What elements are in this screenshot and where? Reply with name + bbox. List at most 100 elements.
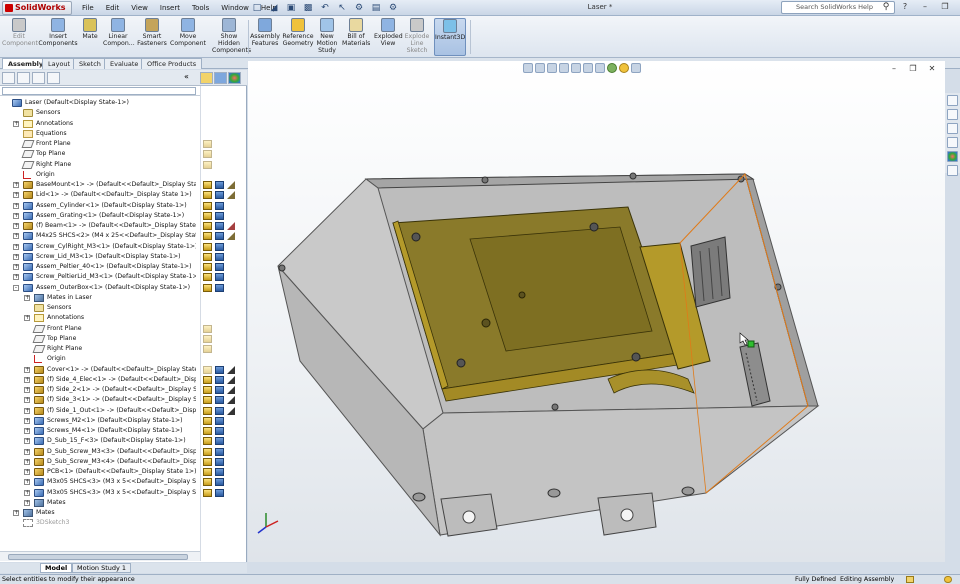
expand-icon[interactable]: + — [13, 212, 19, 219]
display-state-icon[interactable] — [203, 447, 212, 456]
display-state-icon[interactable] — [227, 222, 235, 230]
tree-item[interactable]: + Mates — [0, 508, 247, 518]
display-state-icon[interactable] — [215, 447, 224, 456]
tree-item[interactable]: Origin — [0, 170, 247, 180]
expand-icon[interactable]: + — [13, 182, 19, 188]
display-state-icon[interactable] — [203, 427, 212, 435]
assembly-features-button[interactable]: Assembly Features — [250, 18, 280, 56]
tree-item[interactable]: + D_Sub_15_F<3> (Default<Display State-1>… — [0, 436, 247, 446]
expand-icon[interactable]: + — [13, 510, 19, 516]
tree-item[interactable]: + Annotations — [0, 119, 247, 129]
display-state-icon[interactable] — [215, 252, 224, 261]
display-state-icon[interactable] — [215, 181, 224, 189]
display-state-icon[interactable] — [203, 365, 212, 374]
search-help-input[interactable]: Search SolidWorks Help — [781, 1, 895, 14]
expand-icon[interactable]: + — [24, 438, 30, 445]
display-state-icon[interactable] — [203, 160, 212, 169]
display-state-icon[interactable] — [227, 365, 235, 374]
display-state-icon[interactable] — [215, 386, 224, 394]
expand-icon[interactable]: + — [13, 233, 19, 240]
selection-handle[interactable] — [747, 340, 755, 348]
display-state-icon[interactable] — [203, 242, 212, 251]
tree-horizontal-scrollbar[interactable] — [0, 551, 200, 561]
display-state-icon[interactable] — [203, 211, 212, 220]
display-state-icon[interactable] — [203, 334, 212, 343]
configuration-manager-tab-icon[interactable] — [32, 72, 45, 84]
display-state-icon[interactable] — [227, 191, 235, 200]
open-folder-icon[interactable]: ◢ — [267, 1, 281, 14]
property-manager-tab-icon[interactable] — [17, 72, 30, 84]
display-state-icon[interactable] — [203, 232, 212, 241]
minimize-icon[interactable]: – — [918, 1, 932, 14]
collapse-icon[interactable]: - — [13, 284, 19, 291]
select-arrow-icon[interactable]: ↖ — [335, 1, 349, 14]
display-state-icon[interactable] — [203, 406, 212, 415]
expand-icon[interactable]: + — [24, 417, 30, 424]
tree-item[interactable]: Origin — [0, 354, 247, 364]
tree-item[interactable]: Top Plane — [0, 334, 247, 344]
tab-office-products[interactable]: Office Products — [141, 58, 203, 69]
show-hidden-components-button[interactable]: Show Hidden Components — [212, 18, 251, 56]
display-state-icon[interactable] — [203, 263, 212, 271]
expand-icon[interactable]: + — [13, 253, 19, 260]
display-state-icon[interactable] — [227, 396, 235, 405]
display-state-icon[interactable] — [215, 242, 224, 251]
tree-item[interactable]: + Assem_Cylinder<1> (Default<Display Stat… — [0, 201, 247, 211]
display-state-icon[interactable] — [203, 416, 212, 425]
expand-icon[interactable]: + — [24, 428, 30, 434]
expand-icon[interactable]: + — [24, 294, 30, 301]
tree-item[interactable]: + PCB<1> (Default<<Default>_Display State… — [0, 467, 247, 477]
tree-item[interactable]: + Screw_PeltierLid_M3<1> (Default<Display… — [0, 272, 247, 282]
expand-icon[interactable]: + — [24, 448, 30, 455]
tree-item[interactable]: + Screws_M2<1> (Default<Display State-1>) — [0, 416, 247, 426]
tab-sketch[interactable]: Sketch — [73, 58, 107, 69]
display-state-icon[interactable] — [215, 437, 224, 446]
tree-item[interactable]: + (f) Side_3<1> -> (Default<<Default>_Dis… — [0, 395, 247, 405]
tree-item[interactable]: + Screw_CylRight_M3<1> (Default<Display S… — [0, 242, 247, 252]
display-state-icon[interactable] — [203, 437, 212, 446]
tree-item[interactable]: Top Plane — [0, 149, 247, 159]
search-results-icon[interactable] — [947, 137, 958, 148]
appearances-scenes-icon[interactable] — [947, 151, 958, 162]
tree-item[interactable]: Right Plane — [0, 344, 247, 354]
reference-geometry-button[interactable]: Reference Geometry — [282, 18, 314, 56]
display-state-icon[interactable] — [203, 150, 212, 159]
menu-insert[interactable]: Insert — [156, 2, 184, 14]
smart-fasteners-button[interactable]: Smart Fasteners — [136, 18, 168, 56]
search-icon[interactable]: ⚲ — [879, 1, 893, 14]
solidworks-resources-icon[interactable] — [947, 95, 958, 106]
tree-item[interactable]: + D_Sub_Screw_M3<4> (Default<<Default>_Di… — [0, 457, 247, 467]
expand-icon[interactable]: + — [13, 274, 19, 281]
tree-item[interactable]: + M4x25 SHCS<2> (M4 x 25<<Default>_Displa… — [0, 231, 247, 241]
menu-tools[interactable]: Tools — [188, 2, 213, 14]
tree-item[interactable]: Sensors — [0, 303, 247, 313]
display-state-icon[interactable] — [203, 140, 212, 148]
expand-icon[interactable]: + — [24, 397, 30, 404]
tree-item[interactable]: + (f) Side_1_Out<1> -> (Default<<Default>… — [0, 406, 247, 416]
display-pane-icon-1[interactable] — [200, 72, 213, 84]
display-state-icon[interactable] — [203, 488, 212, 497]
tree-item[interactable]: + Lid<1> -> (Default<<Default>_Display St… — [0, 190, 247, 200]
expand-icon[interactable]: + — [24, 458, 30, 465]
menu-file[interactable]: File — [78, 2, 98, 14]
linear-compon-button[interactable]: Linear Compon... — [103, 18, 135, 56]
tree-item[interactable]: + (f) Side_4_Elec<1> -> (Default<<Default… — [0, 375, 247, 385]
feature-manager-tab-icon[interactable] — [2, 72, 15, 84]
tree-item[interactable]: + Mates — [0, 498, 247, 508]
tree-item[interactable]: Front Plane — [0, 324, 247, 334]
menu-view[interactable]: View — [127, 2, 152, 14]
graphics-area[interactable]: – ❐ ✕ — [248, 61, 945, 562]
instant3d-button[interactable]: Instant3D — [434, 18, 466, 56]
tree-item[interactable]: + Cover<1> -> (Default<<Default>_Display … — [0, 365, 247, 375]
display-state-icon[interactable] — [203, 283, 212, 292]
exploded-view-button[interactable]: Exploded View — [374, 18, 403, 56]
tab-evaluate[interactable]: Evaluate — [104, 58, 145, 69]
display-state-icon[interactable] — [203, 375, 212, 384]
display-state-icon[interactable] — [215, 273, 224, 282]
tree-item[interactable]: - Assem_OuterBox<1> (Default<Display Stat… — [0, 283, 247, 293]
units-status-icon[interactable] — [944, 576, 952, 583]
expand-icon[interactable]: + — [24, 499, 30, 506]
display-state-icon[interactable] — [215, 201, 224, 210]
tree-item[interactable]: + Screws_M4<1> (Default<Display State-1>) — [0, 426, 247, 436]
move-component-button[interactable]: Move Component — [170, 18, 206, 56]
